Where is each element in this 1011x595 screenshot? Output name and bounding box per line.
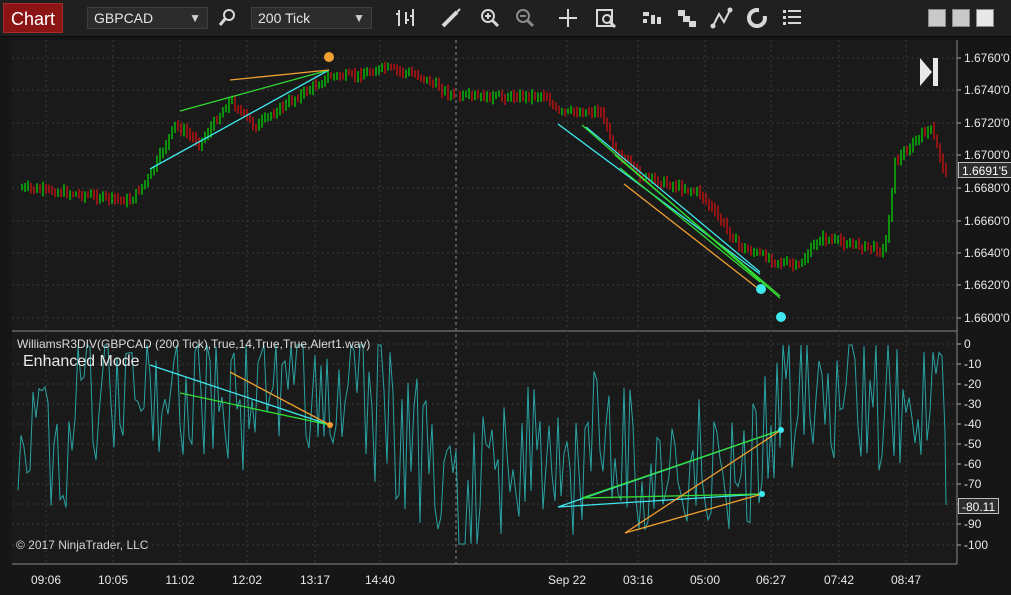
divergence-line <box>614 154 781 297</box>
bullish-divergence-dot <box>776 312 786 322</box>
indicator-tick-label: -90 <box>964 517 982 531</box>
price-tick-label: 1.6760'0 <box>964 51 1010 65</box>
play-icon <box>920 58 932 86</box>
indicator-divergence-dot <box>759 491 765 497</box>
time-tick-label: 03:16 <box>623 573 653 587</box>
bearish-divergence-dot <box>324 52 334 62</box>
divergence-line <box>149 69 330 170</box>
time-tick-label: 14:40 <box>365 573 395 587</box>
end-bar-icon <box>933 58 938 86</box>
time-tick-label: 05:00 <box>690 573 720 587</box>
indicator-tick-label: -50 <box>964 437 982 451</box>
last-price-tag: 1.6691'5 <box>958 162 1011 178</box>
indicator-divergence-line <box>624 493 763 534</box>
bullish-divergence-dot <box>756 284 766 294</box>
time-tick-label: Sep 22 <box>548 573 586 587</box>
price-tick-label: 1.6700'0 <box>964 148 1010 162</box>
indicator-tick-label: -100 <box>964 538 988 552</box>
indicator-value-tag: -80.11 <box>958 498 1000 514</box>
indicator-tick-label: -20 <box>964 377 982 391</box>
divergence-line <box>619 167 761 283</box>
price-tick-label: 1.6600'0 <box>964 311 1010 325</box>
time-tick-label: 06:27 <box>756 573 786 587</box>
indicator-tick-label: -10 <box>964 357 982 371</box>
price-tick-label: 1.6640'0 <box>964 246 1010 260</box>
indicator-tick-label: -60 <box>964 457 982 471</box>
indicator-label: WilliamsR3DIV(GBPCAD (200 Tick),True,14,… <box>17 337 371 351</box>
divergence-line <box>585 126 761 273</box>
indicator-divergence-dot <box>327 422 333 428</box>
time-tick-label: 13:17 <box>300 573 330 587</box>
indicator-divergence-dot <box>778 427 784 433</box>
indicator-tick-label: -30 <box>964 397 982 411</box>
indicator-tick-label: -40 <box>964 417 982 431</box>
indicator-tick-label: 0 <box>964 337 971 351</box>
price-tick-label: 1.6680'0 <box>964 181 1010 195</box>
enhanced-mode-label: Enhanced Mode <box>23 353 140 370</box>
time-tick-label: 08:47 <box>891 573 921 587</box>
price-tick-label: 1.6620'0 <box>964 278 1010 292</box>
time-tick-label: 07:42 <box>824 573 854 587</box>
time-tick-label: 09:06 <box>31 573 61 587</box>
copyright-text: © 2017 NinjaTrader, LLC <box>16 538 149 552</box>
indicator-tick-label: -70 <box>964 477 982 491</box>
price-tick-label: 1.6740'0 <box>964 83 1010 97</box>
indicator-divergence-line <box>149 364 331 426</box>
chart-canvas[interactable]: 1.6760'0 1.6740'0 1.6720'0 1.6700'0 1.6680'0… <box>0 0 1011 595</box>
price-tick-label: 1.6660'0 <box>964 214 1010 228</box>
time-tick-label: 11:02 <box>165 573 194 587</box>
time-tick-label: 12:02 <box>232 573 262 587</box>
indicator-divergence-line <box>624 429 782 534</box>
time-tick-label: 10:05 <box>98 573 128 587</box>
price-tick-label: 1.6720'0 <box>964 116 1010 130</box>
